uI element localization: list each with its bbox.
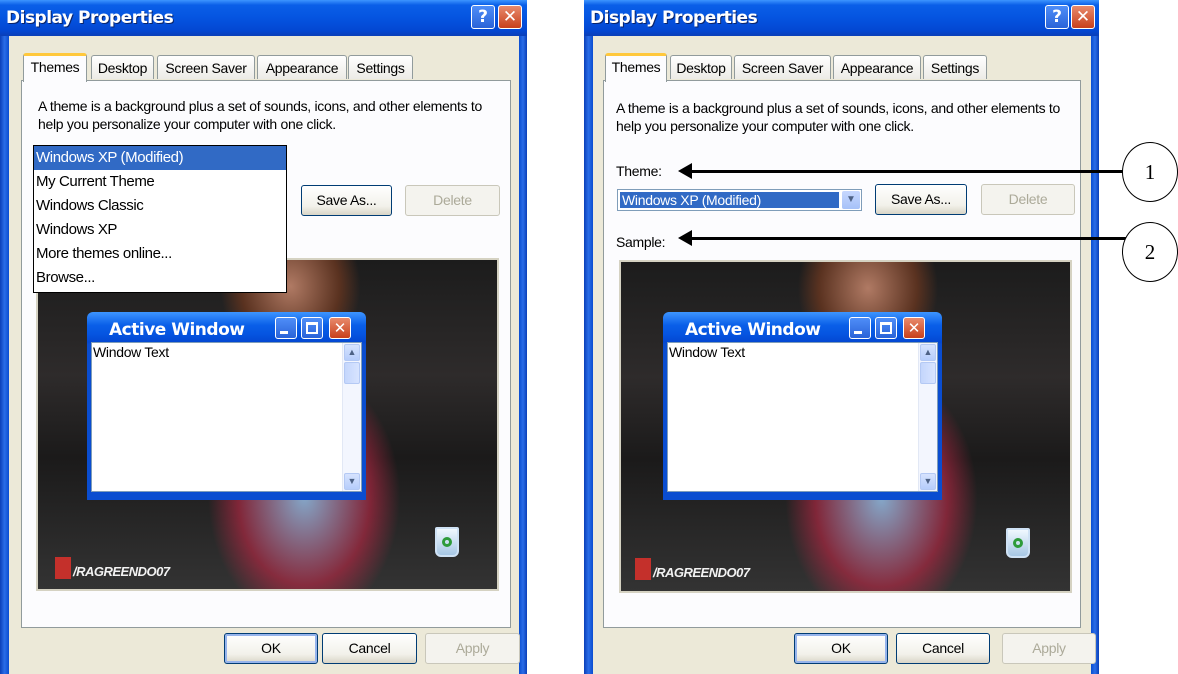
sample-active-window: Active Window ✕ Window Text ▲ ▼ [87,312,366,500]
callout-arrow-2 [678,230,1136,246]
cancel-button[interactable]: Cancel [896,633,990,664]
tab-screen-saver[interactable]: Screen Saver [734,55,831,79]
scroll-thumb [344,362,360,384]
theme-option[interactable]: Windows Classic [34,194,286,218]
scroll-up-icon: ▲ [344,344,360,361]
help-button[interactable]: ? [1045,5,1069,29]
theme-select-value: Windows XP (Modified) [620,192,839,208]
watermark-text: /RAGREENDO07 [73,564,170,579]
callout-arrow-1 [678,163,1142,179]
recycle-bin-icon [1006,528,1030,558]
window-title: Display Properties [590,8,758,28]
window-frame-left [584,36,593,674]
theme-option[interactable]: Windows XP (Modified) [34,146,286,170]
theme-label: Theme: [616,163,662,179]
theme-option[interactable]: My Current Theme [34,170,286,194]
save-as-button[interactable]: Save As... [301,185,392,216]
theme-description: A theme is a background plus a set of so… [38,98,482,132]
tab-appearance[interactable]: Appearance [257,55,347,79]
tab-desktop[interactable]: Desktop [91,55,154,79]
sample-window-text: Window Text [669,344,745,360]
scroll-down-icon: ▼ [920,473,936,490]
minimize-icon [849,317,871,339]
help-button[interactable]: ? [471,5,495,29]
callout-circle-2: 2 [1122,222,1178,282]
theme-select[interactable]: Windows XP (Modified) ▼ [617,189,862,211]
chevron-down-icon[interactable]: ▼ [842,191,860,209]
delete-button[interactable]: Delete [405,185,500,216]
tab-themes[interactable]: Themes [23,53,87,82]
minimize-icon [275,317,297,339]
sample-close-icon: ✕ [903,317,925,339]
tab-themes[interactable]: Themes [605,53,667,82]
callout-circle-1: 1 [1122,142,1178,202]
theme-option[interactable]: More themes online... [34,242,286,266]
display-properties-dialog-right: Display Properties ? ✕ Themes Desktop Sc… [584,0,1099,674]
theme-option[interactable]: Windows XP [34,218,286,242]
watermark-text: /RAGREENDO07 [653,565,750,580]
youtube-logo-icon [635,558,651,580]
close-button[interactable]: ✕ [1071,5,1095,29]
window-frame-left [0,36,9,674]
maximize-icon [301,317,323,339]
apply-button[interactable]: Apply [425,633,520,664]
wallpaper-watermark: /RAGREENDO07 [55,557,170,579]
window-title: Display Properties [6,8,174,28]
youtube-logo-icon [55,557,71,579]
save-as-button[interactable]: Save As... [875,184,967,215]
theme-description: A theme is a background plus a set of so… [616,100,1060,134]
tab-desktop[interactable]: Desktop [670,55,732,79]
display-properties-dialog-left: Display Properties ? ✕ Themes Desktop Sc… [0,0,527,674]
ok-button[interactable]: OK [224,633,318,664]
cancel-button[interactable]: Cancel [322,633,417,664]
sample-scrollbar: ▲ ▼ [918,343,937,491]
sample-scrollbar: ▲ ▼ [342,343,361,491]
theme-option[interactable]: Browse... [34,266,286,290]
scroll-down-icon: ▼ [344,473,360,490]
tab-settings[interactable]: Settings [923,55,987,79]
window-frame-right [519,36,527,674]
sample-window-title: Active Window [109,320,245,340]
apply-button[interactable]: Apply [1002,633,1096,664]
title-bar[interactable]: Display Properties ? ✕ [584,0,1099,36]
sample-window-title: Active Window [685,320,821,340]
scroll-thumb [920,362,936,384]
sample-window-client: Window Text ▲ ▼ [91,342,362,492]
ok-button[interactable]: OK [794,633,888,664]
maximize-icon [875,317,897,339]
sample-close-icon: ✕ [329,317,351,339]
tab-screen-saver[interactable]: Screen Saver [157,55,255,79]
sample-label: Sample: [616,234,666,250]
title-bar[interactable]: Display Properties ? ✕ [0,0,527,36]
delete-button[interactable]: Delete [981,184,1075,215]
sample-window-text: Window Text [93,344,169,360]
close-button[interactable]: ✕ [498,5,522,29]
scroll-up-icon: ▲ [920,344,936,361]
sample-window-client: Window Text ▲ ▼ [667,342,938,492]
window-frame-right [1091,36,1099,674]
theme-dropdown-list[interactable]: Windows XP (Modified) My Current Theme W… [33,145,287,293]
tab-settings[interactable]: Settings [348,55,413,79]
wallpaper-watermark: /RAGREENDO07 [635,558,750,580]
tab-appearance[interactable]: Appearance [833,55,921,79]
sample-active-window: Active Window ✕ Window Text ▲ ▼ [663,312,942,500]
recycle-bin-icon [435,527,459,557]
